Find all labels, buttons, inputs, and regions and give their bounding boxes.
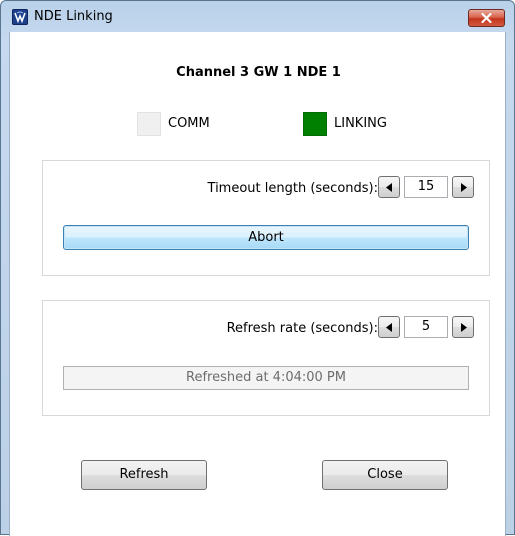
refresh-status-text: Refreshed at 4:04:00 PM xyxy=(63,366,469,390)
dialog-content: Channel 3 GW 1 NDE 1 COMM LINKING Timeou… xyxy=(9,32,506,536)
comm-label: COMM xyxy=(168,116,210,131)
title-bar[interactable]: NDE Linking xyxy=(1,1,514,32)
arrow-right-icon xyxy=(461,183,467,192)
refresh-group: Refresh rate (seconds): 5 Refreshed at 4… xyxy=(42,300,490,416)
timeout-value-input[interactable]: 15 xyxy=(404,176,448,198)
comm-indicator xyxy=(137,112,161,136)
refresh-rate-value-input[interactable]: 5 xyxy=(404,316,448,338)
timeout-group: Timeout length (seconds): 15 Abort xyxy=(42,160,490,276)
refresh-rate-stepper: 5 xyxy=(378,316,474,340)
arrow-left-icon xyxy=(386,323,392,332)
timeout-stepper: 15 xyxy=(378,176,474,200)
refresh-rate-decrement-button[interactable] xyxy=(378,316,400,338)
close-button[interactable]: Close xyxy=(322,460,448,490)
nde-app-icon xyxy=(12,9,28,25)
arrow-left-icon xyxy=(386,183,392,192)
window-close-button[interactable] xyxy=(468,9,505,27)
linking-label: LINKING xyxy=(334,116,387,131)
abort-button[interactable]: Abort xyxy=(63,225,469,250)
refresh-rate-increment-button[interactable] xyxy=(452,316,474,338)
close-icon xyxy=(481,13,492,23)
refresh-button[interactable]: Refresh xyxy=(81,460,207,490)
timeout-decrement-button[interactable] xyxy=(378,176,400,198)
arrow-right-icon xyxy=(461,323,467,332)
channel-heading: Channel 3 GW 1 NDE 1 xyxy=(176,65,341,80)
linking-indicator xyxy=(303,112,327,136)
timeout-label: Timeout length (seconds): xyxy=(207,181,378,196)
timeout-increment-button[interactable] xyxy=(452,176,474,198)
refresh-rate-label: Refresh rate (seconds): xyxy=(226,321,378,336)
window-title: NDE Linking xyxy=(34,9,113,24)
nde-linking-window: NDE Linking Channel 3 GW 1 NDE 1 COMM LI… xyxy=(0,0,515,536)
